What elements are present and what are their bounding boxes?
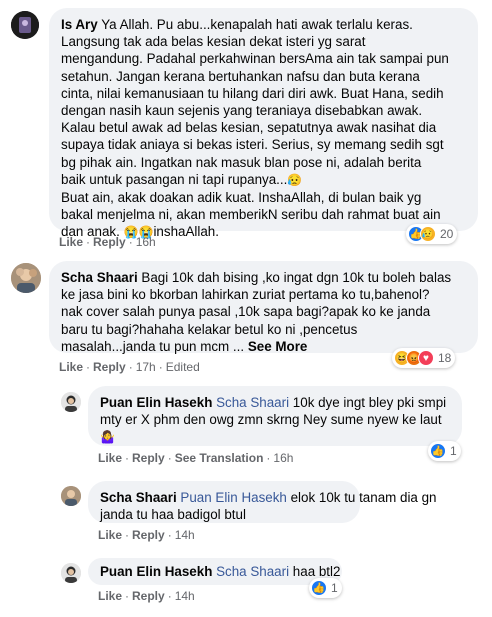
sad-emoji-icon: 😥 <box>287 172 303 187</box>
mention-link[interactable]: Scha Shaari <box>216 395 289 410</box>
timestamp[interactable]: 14h <box>175 589 195 603</box>
reply-text: janda tu haa badigol btul <box>100 507 246 523</box>
like-link[interactable]: Like <box>59 235 83 249</box>
timestamp[interactable]: 16h <box>273 451 293 465</box>
comment-text: bg pihak ain. Ingatkan nak masuk blan po… <box>61 154 422 170</box>
comment-text: masalah...janda tu pun mcm ... <box>61 338 245 354</box>
reply-link[interactable]: Reply <box>132 589 165 603</box>
comment-text: nak cover salah punya pasal ,10k sapa ba… <box>61 304 431 320</box>
reply-link[interactable]: Reply <box>93 235 126 249</box>
comment-text: setahun. Jangan kerana bertuhankan nafsu… <box>61 68 420 84</box>
avatar[interactable] <box>11 11 39 39</box>
timestamp[interactable]: 16h <box>136 235 156 249</box>
avatar[interactable] <box>61 392 81 412</box>
comment-text: Bagi 10k dah bising ,ko ingat dgn 10k tu… <box>141 270 452 285</box>
reply-actions: Like · Reply · 14h <box>98 589 195 603</box>
reaction-count: 1 <box>450 444 457 458</box>
reaction-summary[interactable]: 👍 1 <box>428 441 461 461</box>
avatar[interactable] <box>61 563 81 583</box>
reaction-summary[interactable]: 👍 1 <box>309 578 342 598</box>
sad-icon: 😥 <box>420 226 436 242</box>
reply-link[interactable]: Reply <box>132 528 165 542</box>
reply-text: mty er X phm den owg zmn skrng Ney sume … <box>100 412 442 428</box>
reply-author[interactable]: Scha Shaari <box>100 490 177 505</box>
timestamp[interactable]: 14h <box>175 528 195 542</box>
reply-bubble: Puan Elin Hasekh Scha Shaari 10k dye ing… <box>88 386 462 446</box>
comment-text: Buat ain, akak doakan adik kuat. InshaAl… <box>61 190 422 206</box>
comment-text: bakal menjelma ni, akan memberikN seribu… <box>61 207 441 223</box>
comment-text: Ya Allah. Pu abu...kenapalah hati awak t… <box>101 17 413 32</box>
like-link[interactable]: Like <box>98 589 122 603</box>
see-translation-link[interactable]: See Translation <box>175 451 264 465</box>
comment-text: baru tu bagi?hahaha kelakar betul ko ni … <box>61 321 358 337</box>
comment-text: mengandung. Padahal perkahwinan bersAma … <box>61 51 449 67</box>
comment-author[interactable]: Is Ary <box>61 17 98 32</box>
reply-link[interactable]: Reply <box>93 360 126 374</box>
reply-author[interactable]: Puan Elin Hasekh <box>100 564 212 579</box>
comment-actions: Like · Reply · 16h <box>59 235 156 249</box>
comment-text: Kalau betul awak ad belas kesian, sepatu… <box>61 120 437 136</box>
like-link[interactable]: Like <box>98 451 122 465</box>
reply-author[interactable]: Puan Elin Hasekh <box>100 395 212 410</box>
reply-actions: Like · Reply · See Translation · 16h <box>98 451 294 465</box>
comment-author[interactable]: Scha Shaari <box>61 270 138 285</box>
reaction-count: 20 <box>440 227 454 241</box>
comment-actions: Like · Reply · 17h · Edited <box>59 360 200 374</box>
reply-actions: Like · Reply · 14h <box>98 528 195 542</box>
avatar[interactable] <box>61 486 81 506</box>
edited-label: Edited <box>165 360 200 374</box>
reaction-summary[interactable]: 😆 😡 ♥ 18 <box>392 348 456 368</box>
love-icon: ♥ <box>418 350 434 366</box>
like-icon: 👍 <box>311 580 327 596</box>
reply-text: 10k dye ingt bley pki smpi <box>292 395 447 410</box>
see-more-link[interactable]: See More <box>248 339 308 354</box>
reply-text: haa btl2 <box>292 564 341 579</box>
comment-text: cinta, nilai kemanusiaan tu hilang dari … <box>61 85 444 101</box>
mention-link[interactable]: Puan Elin Hasekh <box>180 490 286 505</box>
comment-text: ke jasa bini ko bkorban lahirkan zuriat … <box>61 287 430 303</box>
comment-bubble: Scha Shaari Bagi 10k dah bising ,ko inga… <box>49 261 478 354</box>
comment-text: supaya tidak aniaya si bekas isteri. Ser… <box>61 137 444 153</box>
reply-text: elok 10k tu tanam dia gn <box>290 490 437 505</box>
woman-shrugging-icon: 🤷‍♀️ <box>100 430 115 445</box>
reaction-count: 18 <box>438 351 452 365</box>
reply-bubble: Scha Shaari Puan Elin Hasekh elok 10k tu… <box>88 481 437 523</box>
comment-bubble: Is Ary Ya Allah. Pu abu...kenapalah hati… <box>49 8 478 239</box>
mention-link[interactable]: Scha Shaari <box>216 564 289 579</box>
reply-bubble: Puan Elin Hasekh Scha Shaari haa btl2 <box>88 558 342 585</box>
like-link[interactable]: Like <box>59 360 83 374</box>
like-link[interactable]: Like <box>98 528 122 542</box>
reply-link[interactable]: Reply <box>132 451 165 465</box>
reaction-count: 1 <box>331 581 338 595</box>
comment-text: dengan nasih kaun sejenis yang teraniaya… <box>61 103 423 119</box>
like-icon: 👍 <box>430 443 446 459</box>
avatar[interactable] <box>11 263 41 293</box>
comment-text: baik untuk pasangan ni tapi rupanya... <box>61 171 288 187</box>
timestamp[interactable]: 17h <box>136 360 156 374</box>
comment-text: Langsung tak ada belas kesian dekat iste… <box>61 34 366 50</box>
comment-text: inshaAllah. <box>153 224 219 240</box>
reaction-summary[interactable]: 👍 😥 20 <box>406 224 458 244</box>
